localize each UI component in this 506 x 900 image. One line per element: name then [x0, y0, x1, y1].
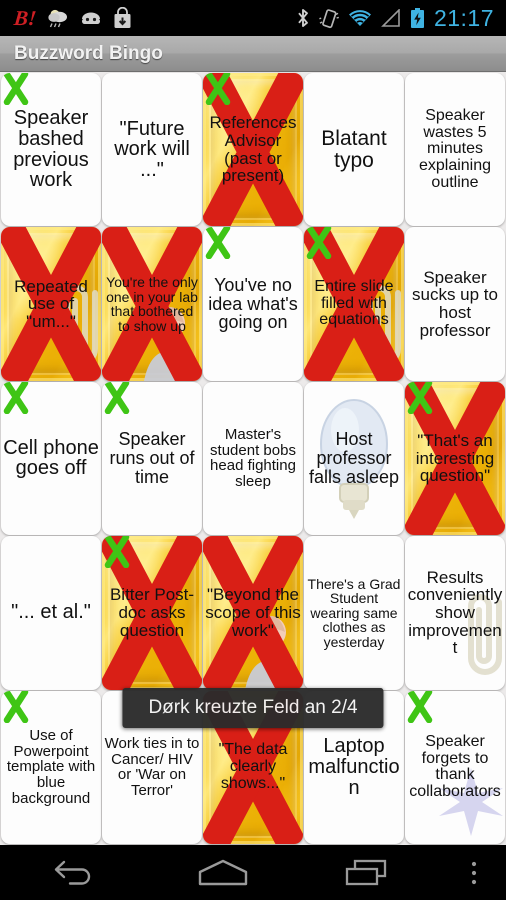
navigation-bar — [0, 845, 506, 900]
bingo-cell-label: "Future work will ..." — [114, 117, 190, 182]
bingo-cell[interactable]: Use of Powerpoint template with blue bac… — [1, 690, 101, 844]
bingo-cell[interactable]: You're the only one in your lab that bot… — [102, 227, 202, 381]
bingo-cell-label: Repeated use of "um..." — [14, 276, 88, 331]
back-arrow-icon — [54, 860, 91, 885]
app-title: Buzzword Bingo — [14, 42, 163, 64]
bingo-cell[interactable]: There's a Grad Student wearing same clot… — [304, 536, 404, 690]
bingo-cell-label: Speaker runs out of time — [109, 429, 195, 487]
bang-notification-icon: B! — [12, 5, 38, 30]
bingo-cell[interactable]: Cell phone goes off — [1, 381, 101, 536]
bingo-cell-label: Speaker sucks up to host professor — [412, 267, 498, 340]
bingo-cell[interactable]: Results conveniently show improvement — [405, 536, 505, 690]
back-button[interactable] — [0, 845, 150, 900]
overflow-menu-button[interactable] — [442, 845, 506, 900]
bingo-cell[interactable]: Entire slide filled with equations — [304, 227, 404, 381]
bingo-cell-label: References Advisor (past or present) — [209, 113, 297, 186]
bingo-cell-label: Bitter Post-doc asks question — [109, 585, 195, 640]
bingo-cell-label: Blatant typo — [321, 126, 387, 172]
green-check-x-icon — [3, 381, 29, 414]
status-bar-system-icons: 21:17 — [296, 5, 506, 32]
bingo-cell[interactable]: "Future work will ..." — [102, 73, 202, 227]
recent-apps-button[interactable] — [296, 845, 442, 900]
green-check-x-icon — [407, 381, 433, 414]
toast-message: Dørk kreuzte Feld an 2/4 — [122, 688, 384, 728]
bingo-cell-label: Use of Powerpoint template with blue bac… — [6, 727, 96, 807]
bingo-cell-label: Results conveniently show improvement — [407, 567, 503, 658]
bingo-cell[interactable]: References Advisor (past or present) — [203, 73, 303, 227]
phone-screen: B! 21:17 Buzzword Bingo Speaker bashed p… — [0, 0, 506, 900]
green-check-x-icon — [104, 536, 130, 569]
bingo-cell[interactable]: Speaker bashed previous work — [1, 73, 101, 227]
green-check-x-icon — [104, 381, 130, 414]
bingo-cell[interactable]: Speaker runs out of time — [102, 381, 202, 536]
home-icon — [198, 859, 248, 885]
status-bar: B! 21:17 — [0, 0, 506, 36]
bingo-cell-label: There's a Grad Student wearing same clot… — [307, 575, 401, 650]
green-check-x-icon — [3, 690, 29, 723]
home-button[interactable] — [150, 845, 296, 900]
green-check-x-icon — [3, 73, 29, 105]
bingo-cell-label: Cell phone goes off — [3, 436, 99, 480]
green-check-x-icon — [205, 73, 231, 105]
green-check-x-icon — [205, 227, 231, 260]
bingo-cell[interactable]: You've no idea what's going on — [203, 227, 303, 381]
battery-charging-icon — [410, 7, 424, 28]
bingo-cell-label: Speaker forgets to thank collaborators — [409, 733, 501, 800]
bingo-cell-label: Speaker wastes 5 minutes explaining outl… — [418, 107, 492, 191]
bingo-cell[interactable]: "... et al." — [1, 536, 101, 690]
bingo-cell-label: You're the only one in your lab that bot… — [106, 274, 198, 334]
bingo-cell[interactable]: Host professor falls asleep — [304, 381, 404, 536]
download-bag-icon — [114, 7, 131, 28]
bingo-cell[interactable]: Speaker wastes 5 minutes explaining outl… — [405, 73, 505, 227]
overflow-dots-icon — [471, 861, 477, 884]
bingo-board: Speaker bashed previous work "Future work… — [0, 72, 506, 845]
status-bar-clock: 21:17 — [433, 4, 494, 31]
android-head-icon — [82, 12, 101, 24]
bingo-cell-label: "... et al." — [11, 601, 91, 624]
bingo-cell-label: Speaker bashed previous work — [13, 107, 89, 192]
bingo-cell-label: Host professor falls asleep — [308, 429, 400, 487]
bingo-cell-label: "Beyond the scope of this work" — [205, 585, 301, 640]
bingo-cell-label: Laptop malfunction — [308, 735, 400, 799]
bingo-cell[interactable]: Speaker sucks up to host professor — [405, 227, 505, 381]
status-bar-notification-icons: B! — [0, 5, 132, 30]
bingo-cell[interactable]: "Beyond the scope of this work" — [203, 536, 303, 690]
bingo-cell-label: "That's an interesting question" — [415, 430, 495, 486]
bingo-cell[interactable]: Repeated use of "um..." — [1, 227, 101, 381]
weather-cloud-icon — [48, 9, 68, 28]
wifi-icon — [348, 10, 371, 26]
bluetooth-icon — [298, 9, 308, 27]
bingo-cell[interactable]: Blatant typo — [304, 73, 404, 227]
recent-apps-icon — [345, 859, 387, 885]
action-bar: Buzzword Bingo — [0, 36, 506, 72]
bingo-cell[interactable]: "That's an interesting question" — [405, 381, 505, 536]
green-check-x-icon — [306, 227, 332, 260]
bingo-cell[interactable]: Bitter Post-doc asks question — [102, 536, 202, 690]
bingo-cell-label: Entire slide filled with equations — [314, 278, 394, 329]
bingo-cell-label: You've no idea what's going on — [208, 275, 298, 333]
vibrate-icon — [319, 9, 339, 29]
bingo-cell-label: Work ties in to Cancer/ HIV or 'War on T… — [104, 735, 200, 799]
bingo-cell[interactable]: Master's student bobs head fighting slee… — [203, 381, 303, 536]
green-check-x-icon — [407, 690, 433, 723]
bingo-cell[interactable]: Speaker forgets to thank collaborators — [405, 690, 505, 844]
cell-signal-icon — [381, 9, 400, 27]
bingo-cell-label: Master's student bobs head fighting slee… — [210, 426, 296, 491]
bingo-cell-label: "The data clearly shows..." — [218, 741, 288, 792]
